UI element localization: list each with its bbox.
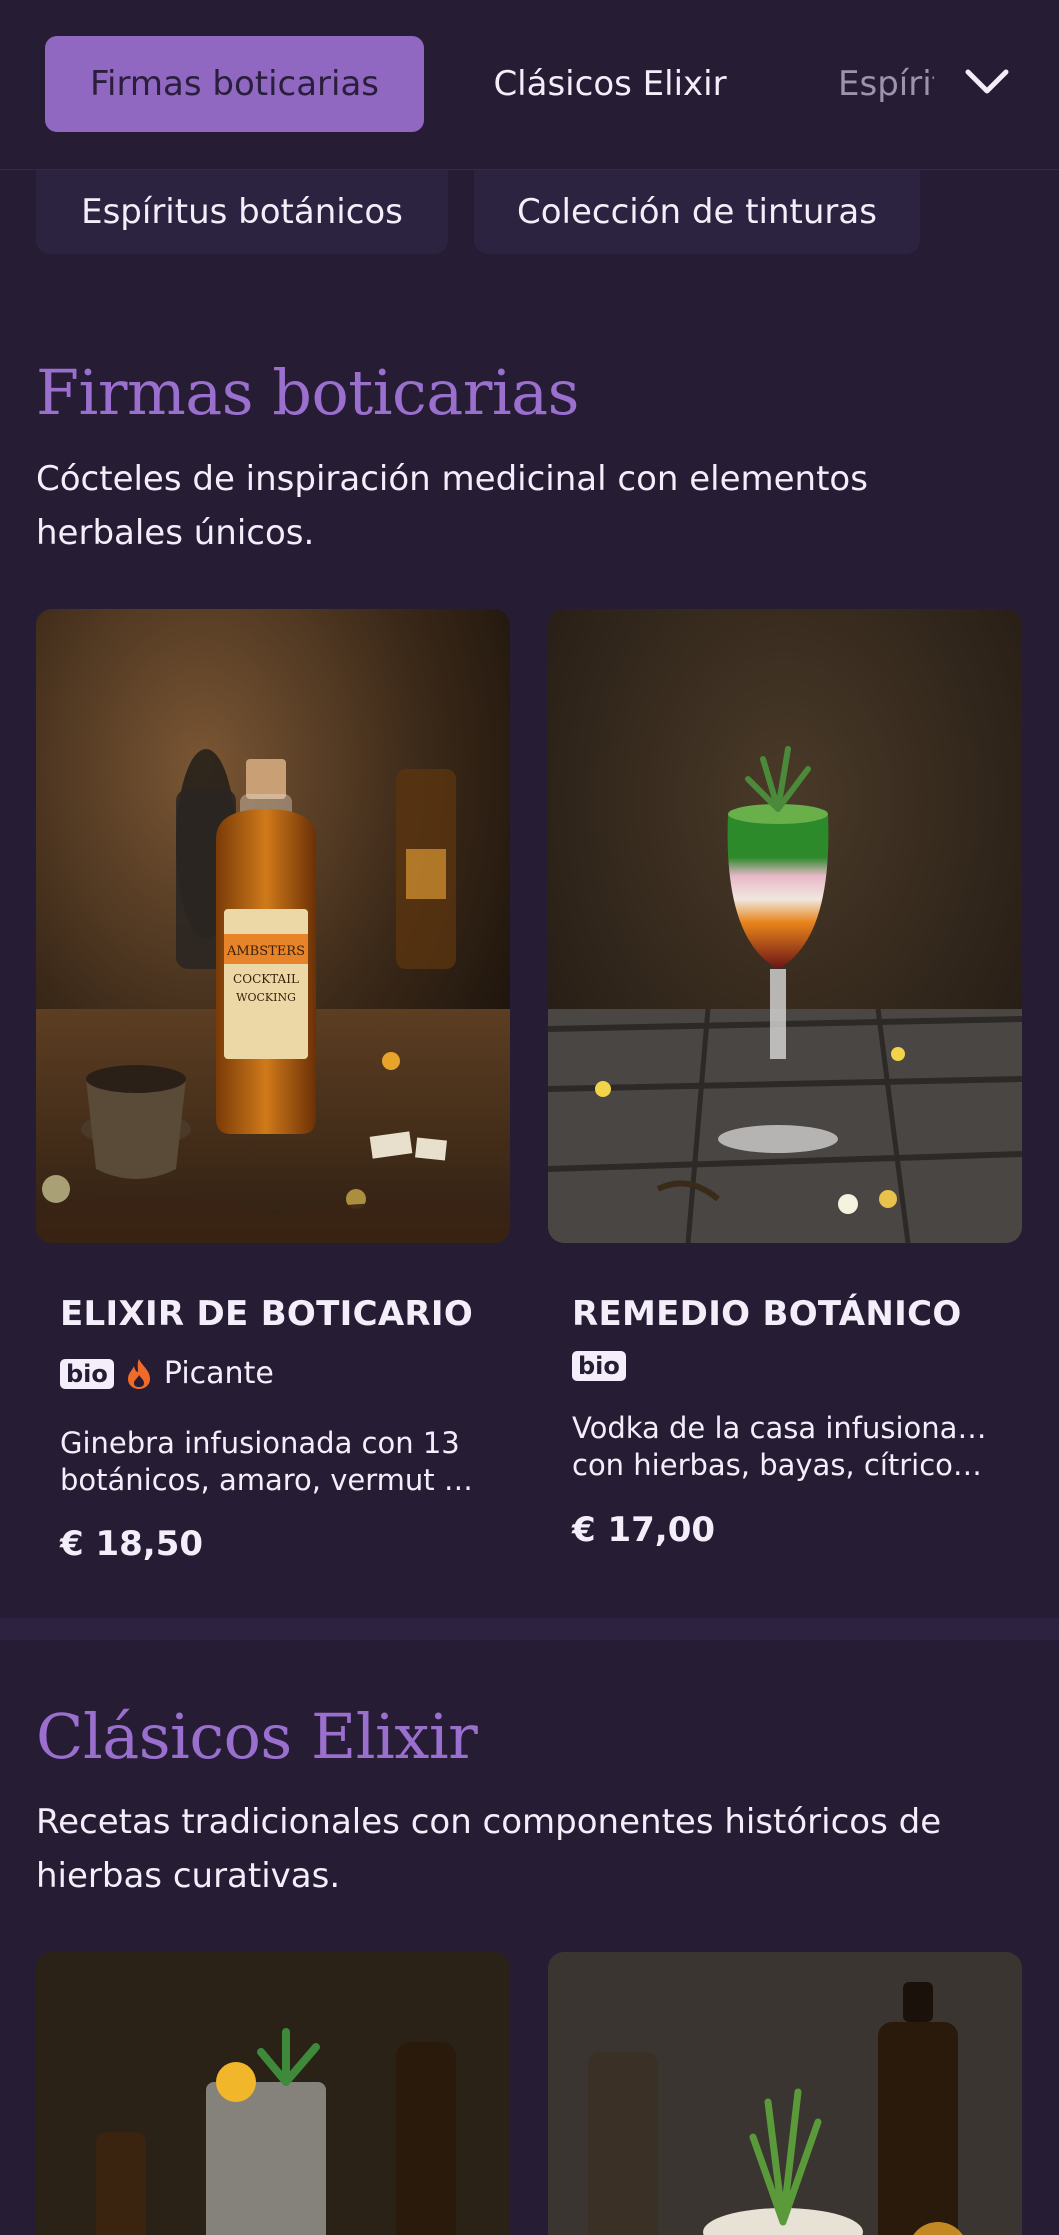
item-name[interactable]: ELIXIR DE BOTICARIO [60,1294,473,1334]
description-line: botánicos, amaro, vermut y... [60,1463,480,1497]
description-line: con hierbas, bayas, cítricos ... [572,1448,992,1482]
svg-text:AMBSTERS: AMBSTERS [226,944,305,959]
svg-text:WOCKING: WOCKING [236,991,296,1004]
gin-tonic-image[interactable] [36,1952,510,2235]
item-tags: bio Picante [60,1356,274,1391]
flame-icon [127,1358,150,1389]
category-overflow-list: Espíritus botánicos Colección de tintura… [0,170,1059,254]
section-description: Recetas tradicionales con componentes hi… [36,1795,1016,1903]
item-name[interactable]: REMEDIO BOTÁNICO [572,1294,962,1334]
category-nav: Firmas boticarias Clásicos Elixir Espíri… [0,0,1059,170]
description-line: Ginebra infusionada con 13 [60,1426,460,1460]
item-description: Ginebra infusionada con 13 botánicos, am… [60,1425,480,1499]
item-price: € 17,00 [572,1510,716,1550]
remedio-botanico-image[interactable] [548,609,1022,1243]
subtab-coleccion-tinturas[interactable]: Colección de tinturas [474,170,920,254]
tab-label: Espíritus botánicos [838,64,934,104]
tab-firmas-boticarias[interactable]: Firmas boticarias [45,36,424,132]
herbal-sour-image[interactable] [548,1952,1022,2235]
bio-badge: bio [60,1358,114,1389]
bio-badge: bio [572,1351,626,1381]
item-tags: bio [572,1351,626,1381]
tab-espiritus-botanicos[interactable]: Espíritus botánicos [838,36,934,132]
spicy-label: Picante [163,1356,274,1391]
section-title: Firmas boticarias [36,356,579,429]
section-title: Clásicos Elixir [36,1700,478,1773]
section-description: Cócteles de inspiración medicinal con el… [36,452,1016,560]
description-line: Vodka de la casa infusionado [572,1411,992,1445]
item-price: € 18,50 [60,1524,204,1564]
svg-text:COCKTAIL: COCKTAIL [233,972,299,986]
description-line: Cócteles de inspiración medicinal con el… [36,459,868,499]
description-line: Recetas tradicionales con componentes hi… [36,1802,942,1842]
description-line: herbales únicos. [36,513,315,553]
subtab-espiritus-botanicos[interactable]: Espíritus botánicos [36,170,448,254]
description-line: hierbas curativas. [36,1856,341,1896]
chevron-down-icon[interactable] [962,62,1012,102]
item-description: Vodka de la casa infusionado con hierbas… [572,1410,992,1484]
elixir-de-boticario-image[interactable]: AMBSTERS COCKTAIL WOCKING [36,609,510,1243]
tab-clasicos-elixir[interactable]: Clásicos Elixir [470,36,750,132]
section-divider [0,1618,1059,1640]
